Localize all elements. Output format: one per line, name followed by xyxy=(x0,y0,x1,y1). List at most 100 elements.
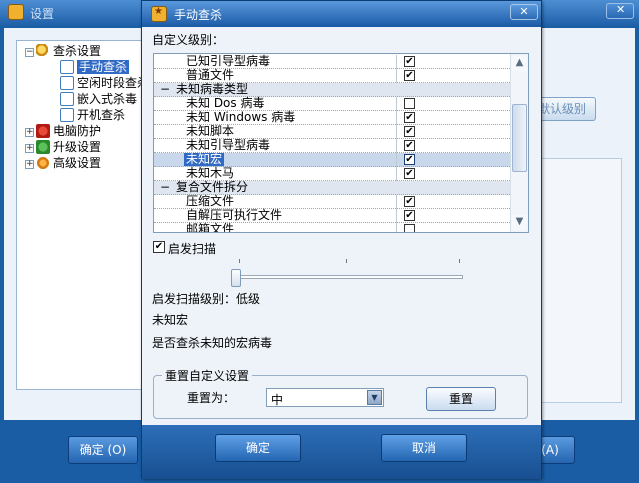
list-item[interactable]: 未知 Windows 病毒 ✔ xyxy=(154,111,510,125)
list-item-label: 未知 Dos 病毒 xyxy=(186,96,265,110)
list-item[interactable]: 未知脚本 ✔ xyxy=(154,125,510,139)
column-divider xyxy=(396,111,397,125)
reset-button[interactable]: 重置 xyxy=(426,387,496,411)
tree-item-label: 嵌入式杀毒 xyxy=(77,92,138,106)
list-item-checkbox[interactable]: ✔ xyxy=(404,196,415,207)
list-item[interactable]: 未知引导型病毒 ✔ xyxy=(154,139,510,153)
list-item-label: 自解压可执行文件 xyxy=(186,208,283,222)
gear-icon xyxy=(36,156,50,170)
list-item-label: 未知宏 xyxy=(184,152,225,166)
list-item-checkbox[interactable]: ✔ xyxy=(404,168,415,179)
list-item-label: 未知 Windows 病毒 xyxy=(186,110,296,124)
list-item-checkbox[interactable]: ✔ xyxy=(404,126,415,137)
dialog-titlebar: 手动查杀 ✕ xyxy=(142,1,541,27)
heuristic-level-text: 启发扫描级别：低级 xyxy=(152,292,261,306)
settings-ok-button[interactable]: 确定 (O) xyxy=(68,436,138,464)
shield-icon xyxy=(36,124,50,138)
column-divider xyxy=(396,125,397,139)
document-icon xyxy=(60,60,74,74)
tree-item-manual-scan[interactable]: 手动查杀 xyxy=(60,59,130,75)
slider-thumb[interactable] xyxy=(231,269,241,287)
list-category-row[interactable]: − 未知病毒类型 xyxy=(154,83,510,97)
list-item-checkbox[interactable]: ✔ xyxy=(404,112,415,123)
dialog-title: 手动查杀 xyxy=(174,8,223,22)
list-item[interactable]: 压缩文件 ✔ xyxy=(154,195,510,209)
reset-level-combobox[interactable]: 中 ▼ xyxy=(266,388,384,407)
tree-item-label: 升级设置 xyxy=(53,140,102,154)
expand-icon[interactable]: + xyxy=(25,128,34,137)
list-item[interactable]: 普通文件 ✔ xyxy=(154,69,510,83)
list-item-checkbox[interactable]: ✔ xyxy=(404,154,415,165)
close-icon[interactable]: ✕ xyxy=(510,4,538,20)
list-item-checkbox[interactable]: ✔ xyxy=(404,210,415,221)
collapse-icon[interactable]: − xyxy=(25,48,34,57)
item-description-title: 未知宏 xyxy=(152,313,189,327)
heuristic-level-slider[interactable] xyxy=(237,275,463,279)
list-item[interactable]: 已知引导型病毒 ✔ xyxy=(154,55,510,69)
list-item-label: 复合文件拆分 xyxy=(176,180,249,194)
list-item[interactable]: 自解压可执行文件 ✔ xyxy=(154,209,510,223)
column-divider xyxy=(396,153,397,167)
list-item[interactable]: 未知木马 ✔ xyxy=(154,167,510,181)
collapse-icon[interactable]: − xyxy=(160,181,170,194)
slider-tick xyxy=(239,259,240,263)
list-item-label: 未知脚本 xyxy=(186,124,235,138)
tree-item-update-settings[interactable]: + 升级设置 xyxy=(25,139,101,155)
column-divider xyxy=(396,223,397,232)
settings-title: 设置 xyxy=(30,7,55,21)
list-item-checkbox[interactable]: ✔ xyxy=(404,70,415,81)
reset-to-label: 重置为： xyxy=(187,391,236,405)
custom-level-label: 自定义级别： xyxy=(152,33,225,47)
ok-button[interactable]: 确定 xyxy=(215,434,301,462)
dropdown-arrow-icon[interactable]: ▼ xyxy=(367,390,382,405)
collapse-icon[interactable]: − xyxy=(160,83,170,96)
tree-item-label: 手动查杀 xyxy=(77,60,130,74)
reset-combo-value: 中 xyxy=(271,393,284,407)
scroll-thumb[interactable] xyxy=(512,104,527,172)
tree-item-pc-protection[interactable]: + 电脑防护 xyxy=(25,123,101,139)
settings-tree: − 查杀设置 手动查杀 空闲时段查杀 嵌入式杀毒 开机查杀 + 电脑防护 + 升级设置… xyxy=(16,40,149,390)
tree-item-idle-scan[interactable]: 空闲时段查杀 xyxy=(60,75,149,91)
settings-right-frame xyxy=(534,158,622,403)
list-item-checkbox[interactable] xyxy=(404,224,415,232)
reset-group-legend: 重置自定义设置 xyxy=(162,367,253,384)
list-item-label: 未知引导型病毒 xyxy=(186,138,271,152)
list-item-checkbox[interactable]: ✔ xyxy=(404,140,415,151)
heuristic-scan-checkbox[interactable]: ✔ xyxy=(153,241,165,253)
expand-icon[interactable]: + xyxy=(25,144,34,153)
list-scrollbar[interactable]: ▲ ▼ xyxy=(510,54,528,232)
list-item-label: 压缩文件 xyxy=(186,194,235,208)
list-item-checkbox[interactable]: ✔ xyxy=(404,56,415,67)
column-divider xyxy=(396,195,397,209)
magnifier-icon xyxy=(36,44,50,58)
tree-item-embedded-scan[interactable]: 嵌入式杀毒 xyxy=(60,91,137,107)
slider-tick xyxy=(346,259,347,263)
app-logo-icon xyxy=(8,4,24,20)
list-item[interactable]: 未知 Dos 病毒 xyxy=(154,97,510,111)
document-icon xyxy=(60,108,74,122)
scroll-up-icon[interactable]: ▲ xyxy=(512,56,527,71)
dialog-bottom-bar xyxy=(142,425,541,479)
tree-item-scan-settings[interactable]: − 查杀设置 xyxy=(25,43,101,59)
expand-icon[interactable]: + xyxy=(25,160,34,169)
list-item-label: 未知木马 xyxy=(186,166,235,180)
heuristic-scan-label[interactable]: 启发扫描 xyxy=(168,240,216,257)
tree-item-advanced-settings[interactable]: + 高级设置 xyxy=(25,155,101,171)
scan-options-list: 已知引导型病毒 ✔ 普通文件 ✔ − 未知病毒类型 未知 Dos 病毒 未知 Windows … xyxy=(153,53,529,233)
tree-item-label: 电脑防护 xyxy=(53,124,102,138)
list-item[interactable]: 邮箱文件 xyxy=(154,223,510,232)
tree-item-label: 高级设置 xyxy=(53,156,102,170)
settings-close-button[interactable] xyxy=(606,3,634,19)
column-divider xyxy=(396,209,397,223)
cancel-button[interactable]: 取消 xyxy=(381,434,467,462)
column-divider xyxy=(396,55,397,69)
scroll-down-icon[interactable]: ▼ xyxy=(512,215,527,230)
tree-item-label: 查杀设置 xyxy=(53,44,102,58)
list-item[interactable]: 未知宏 ✔ xyxy=(154,153,510,167)
column-divider xyxy=(396,69,397,83)
list-item-checkbox[interactable] xyxy=(404,98,415,109)
list-category-row[interactable]: − 复合文件拆分 xyxy=(154,181,510,195)
tree-item-boot-scan[interactable]: 开机查杀 xyxy=(60,107,125,123)
update-icon xyxy=(36,140,50,154)
list-item-label: 未知病毒类型 xyxy=(176,82,249,96)
